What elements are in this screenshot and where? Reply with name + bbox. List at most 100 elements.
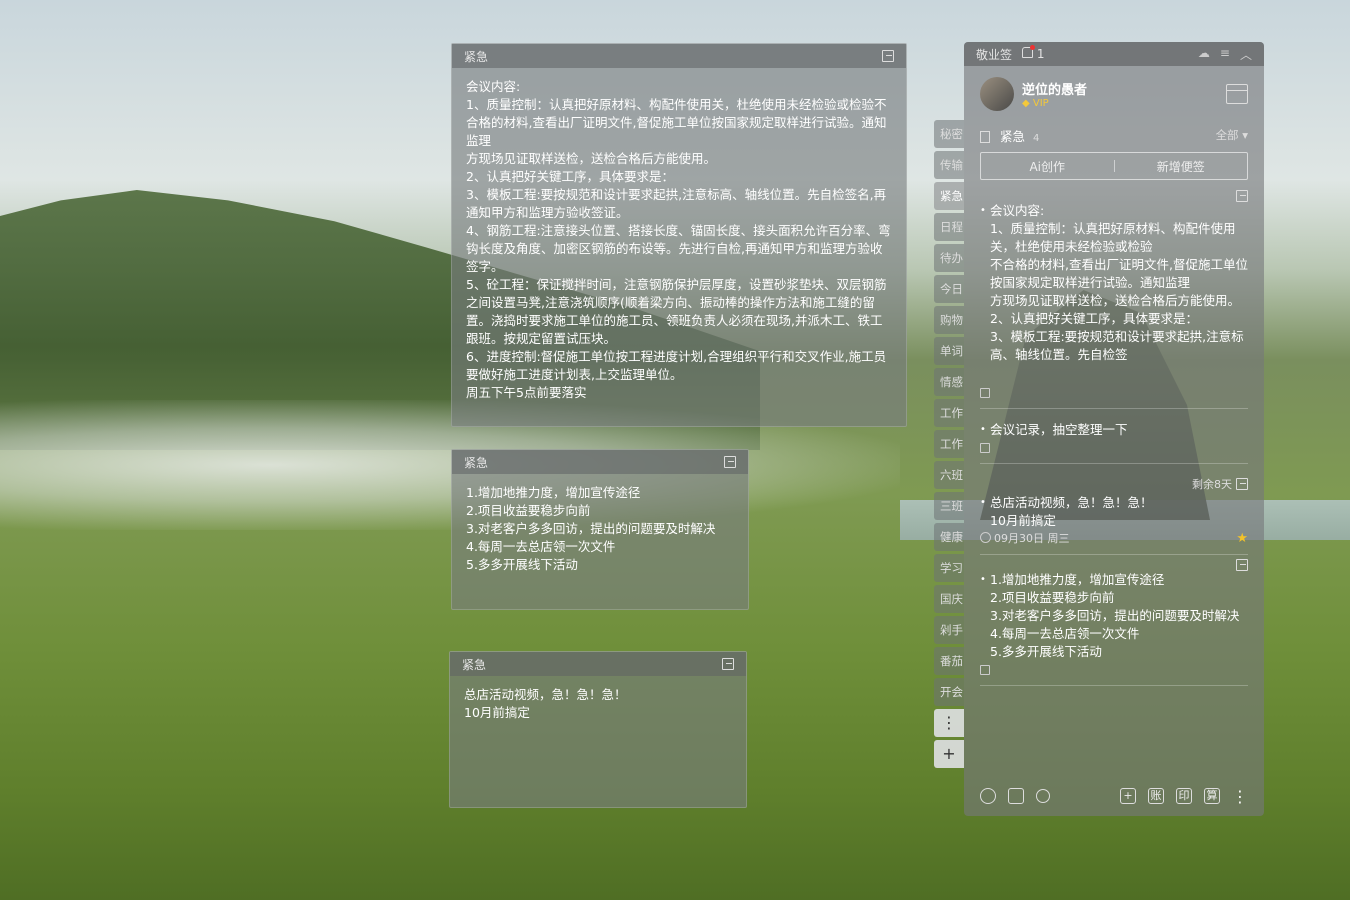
panel-bottom-toolbar: + 账 印 算 ⋮ [964,776,1264,816]
note-content[interactable]: 会议内容: 1、质量控制：认真把好原材料、构配件使用关，杜绝使用未经检验或检验不… [452,68,906,412]
collapse-icon[interactable]: ︿ [1240,46,1252,63]
note-line: 1.增加地推力度，增加宣传途径 [466,485,641,500]
category-name: 紧急 [999,128,1025,144]
note-tag: 紧急 [462,657,487,672]
reminder-date[interactable]: 09月30日 周三 [980,530,1070,548]
desktop-note-2[interactable]: 紧急 1.增加地推力度，增加宣传途径 2.项目收益要稳步向前 3.对老客户多多回… [451,449,749,610]
pin-icon[interactable] [882,50,894,62]
pin-icon[interactable] [1236,559,1248,571]
app-name: 敬业签 [976,47,1013,62]
category-row: 紧急 4 全部 ▾ [964,122,1264,148]
date-text: 09月30日 周三 [994,532,1070,545]
attachment-icon[interactable] [980,388,990,398]
note-line: 5、砼工程：保证搅拌时间，注意钢筋保护层厚度，设置砂浆垫块、双层钢筋之间设置马凳… [466,277,887,346]
side-tab[interactable]: 单词 [934,337,964,365]
vip-label: VIP [1032,98,1049,109]
side-tab[interactable]: 番茄 [934,647,964,675]
note-card[interactable]: 1.增加地推力度，增加宣传途径 2.项目收益要稳步向前 3.对老客户多多回访，提… [980,555,1248,686]
star-icon[interactable]: ★ [1236,530,1248,548]
search-icon[interactable] [1036,789,1050,803]
filter-label: 全部 [1215,128,1239,142]
side-tab[interactable]: 三班 [934,492,964,520]
side-tab[interactable]: 秘密 [934,120,964,148]
side-tab[interactable]: 工作 [934,399,964,427]
note-card[interactable]: 剩余8天 总店活动视频，急！急！急！ 10月前搞定 09月30日 周三 ★ [980,464,1248,555]
note-card[interactable]: 会议内容: 1、质量控制：认真把好原材料、构配件使用关，杜绝使用未经检验或检验 … [980,188,1248,409]
side-tab[interactable]: 工作 [934,430,964,458]
desktop-note-1[interactable]: 紧急 会议内容: 1、质量控制：认真把好原材料、构配件使用关，杜绝使用未经检验或… [451,43,907,427]
panel-titlebar[interactable]: 敬业签 1 ☁ ≡ ︿ [964,42,1264,66]
pin-icon[interactable] [724,456,736,468]
note-content[interactable]: 1.增加地推力度，增加宣传途径 2.项目收益要稳步向前 3.对老客户多多回访，提… [452,474,748,584]
more-tabs-button[interactable]: ⋮ [934,709,964,737]
new-note-button[interactable]: 新增便签 [1115,158,1248,175]
note-line: 3.对老客户多多回访，提出的问题要及时解决 [466,521,716,536]
checklist-icon[interactable] [1008,788,1024,804]
ai-create-button[interactable]: Ai创作 [981,158,1114,175]
pin-icon[interactable] [722,658,734,670]
action-bar: Ai创作 新增便签 [980,152,1248,180]
clock-icon[interactable] [980,788,996,804]
note-line: 方现场见证取样送检，送检合格后方能使用。 [466,151,717,166]
main-panel: 敬业签 1 ☁ ≡ ︿ 逆位的愚者 ◆ VIP 紧急 4 全部 ▾ Ai创作 新… [964,42,1264,816]
note-line: 10月前搞定 [464,705,530,720]
note-line: 6、进度控制:督促施工单位按工程进度计划,合理组织平行和交叉作业,施工员要做好施… [466,349,887,382]
pin-icon[interactable] [1236,478,1248,490]
note-header[interactable]: 紧急 [450,652,746,676]
side-tab[interactable]: 六班 [934,461,964,489]
note-header[interactable]: 紧急 [452,450,748,474]
cloud-sync-icon[interactable]: ☁ [1198,46,1210,63]
side-tab[interactable]: 学习 [934,554,964,582]
note-tag: 紧急 [464,49,489,64]
avatar[interactable] [980,77,1014,111]
attachment-icon[interactable] [980,443,990,453]
user-profile[interactable]: 逆位的愚者 ◆ VIP [964,66,1264,122]
note-line: 2.项目收益要稳步向前 [466,503,591,518]
filter-dropdown[interactable]: 全部 ▾ [1216,127,1248,143]
menu-icon[interactable]: ≡ [1220,46,1230,63]
note-line: 5.多多开展线下活动 [466,557,578,572]
side-tab[interactable]: 健康 [934,523,964,551]
note-line: 3、模板工程:要按规范和设计要求起拱,注意标高、轴线位置。先自检签名,再通知甲方… [466,187,887,220]
add-icon[interactable]: + [1120,788,1136,804]
side-tab[interactable]: 剁手 [934,616,964,644]
side-tab[interactable]: 传输 [934,151,964,179]
calculator-icon[interactable]: 算 [1204,788,1220,804]
note-card[interactable]: 会议记录，抽空整理一下 [980,409,1248,464]
desktop-note-3[interactable]: 紧急 总店活动视频，急！急！急！ 10月前搞定 [449,651,747,808]
side-tab[interactable]: 情感 [934,368,964,396]
note-line: 2、认真把好关键工序，具体要求是： [466,169,674,184]
card-text: 会议内容: 1、质量控制：认真把好原材料、构配件使用关，杜绝使用未经检验或检验 … [980,202,1248,384]
side-tab[interactable]: 开会 [934,678,964,706]
side-tab[interactable]: 购物 [934,306,964,334]
note-line: 会议内容: [466,79,521,94]
category-side-tabs: 秘密 传输 紧急 日程 待办 今日 购物 单词 情感 工作 工作 六班 三班 健… [934,120,964,771]
side-tab-active[interactable]: 紧急 [934,182,964,210]
add-tab-button[interactable]: + [934,740,964,768]
remaining-days: 剩余8天 [1192,478,1232,491]
notification[interactable]: 1 [1022,45,1045,61]
side-tab[interactable]: 国庆 [934,585,964,613]
pin-icon[interactable] [1236,190,1248,202]
note-content[interactable]: 总店活动视频，急！急！急！ 10月前搞定 [450,676,746,732]
note-line: 4.每周一去总店领一次文件 [466,539,616,554]
side-tab[interactable]: 今日 [934,275,964,303]
note-header[interactable]: 紧急 [452,44,906,68]
vip-badge: ◆ VIP [1022,98,1049,109]
attachment-icon[interactable] [980,665,990,675]
note-line: 总店活动视频，急！急！急！ [464,687,627,702]
clock-icon [980,532,991,543]
note-tag: 紧急 [464,455,489,470]
more-icon[interactable]: ⋮ [1232,787,1248,806]
calendar-icon[interactable] [1226,84,1248,104]
print-icon[interactable]: 印 [1176,788,1192,804]
card-text: 会议记录，抽空整理一下 [980,421,1248,439]
category-count: 4 [1032,132,1040,144]
side-tab[interactable]: 待办 [934,244,964,272]
ledger-icon[interactable]: 账 [1148,788,1164,804]
notification-count: 1 [1036,47,1045,61]
user-name: 逆位的愚者 [1022,83,1088,98]
note-line: 1、质量控制：认真把好原材料、构配件使用关，杜绝使用未经检验或检验不合格的材料,… [466,97,887,148]
side-tab[interactable]: 日程 [934,213,964,241]
bell-icon [1022,45,1036,58]
